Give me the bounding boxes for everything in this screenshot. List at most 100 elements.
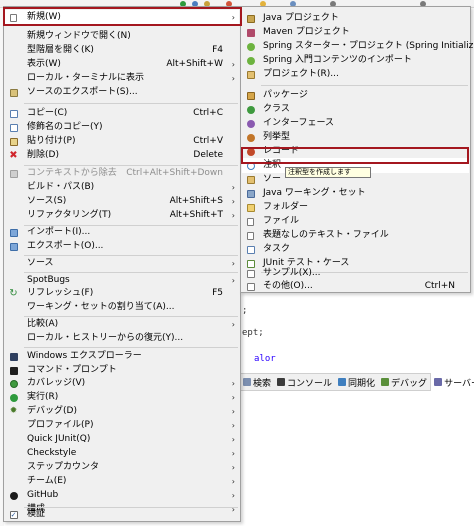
menu-item-windows-explorer[interactable]: Windows エクスプローラー (5, 349, 239, 364)
console-icon (277, 378, 286, 386)
bug-icon (381, 378, 390, 386)
tab-synchronize[interactable]: 同期化 (335, 373, 378, 391)
submenu-item-record[interactable]: レコード (242, 144, 469, 159)
menu-separator (24, 347, 238, 348)
menu-item-build-path[interactable]: ビルド・パス(B) › (5, 180, 239, 195)
export-icon (9, 242, 18, 251)
menu-item-quick-junit[interactable]: Quick JUnit(Q) › (5, 432, 239, 447)
new-icon (9, 13, 18, 22)
new-submenu: Java プロジェクト Maven プロジェクト Spring スターター・プロ… (240, 6, 474, 294)
submenu-arrow-icon: › (231, 13, 235, 22)
tooltip: 注釈型を作成します (285, 167, 371, 178)
menu-item-show-in[interactable]: 表示(W) Alt+Shift+W › (5, 57, 239, 72)
menu-item-open-type-hierarchy[interactable]: 型階層を開く(K) F4 (5, 43, 239, 58)
code-line: ; (242, 306, 248, 316)
tab-servers[interactable]: サーバー✕ (430, 373, 474, 391)
menu-item-github[interactable]: GitHub › (5, 488, 239, 503)
menu-item-export-source[interactable]: ソースのエクスポート(S)... (5, 85, 239, 100)
submenu-item-interface[interactable]: インターフェース (242, 116, 469, 131)
folder-icon (246, 203, 255, 212)
code-editor[interactable]: ; ept; alor (240, 296, 474, 370)
interface-icon (246, 119, 255, 128)
menu-item-copy-qualified-name[interactable]: 修飾名のコピー(Y) (5, 120, 239, 135)
submenu-arrow-icon: › (231, 60, 235, 69)
submenu-arrow-icon: › (231, 491, 235, 500)
submenu-arrow-icon: › (231, 379, 235, 388)
menu-item-show-in-terminal[interactable]: ローカル・ターミナルに表示 › (5, 71, 239, 86)
submenu-item-java-project[interactable]: Java プロジェクト (242, 11, 469, 26)
submenu-arrow-icon: › (231, 463, 235, 472)
menu-item-checkstyle[interactable]: Checkstyle › (5, 446, 239, 461)
class-icon (246, 105, 255, 114)
context-menu: 新規(W) › 新規ウィンドウで開く(N) 型階層を開く(K) F4 表示(W)… (3, 6, 241, 522)
server-icon (434, 378, 443, 386)
export-source-icon (9, 88, 18, 97)
menu-item-refresh[interactable]: ↻ リフレッシュ(F) F5 (5, 286, 239, 301)
annotation-icon (246, 161, 255, 170)
submenu-item-folder[interactable]: フォルダー (242, 200, 469, 215)
record-icon (246, 147, 255, 156)
menu-item-remove-from-context: コンテキストから除去 Ctrl+Alt+Shift+Down (5, 166, 239, 181)
submenu-item-enum[interactable]: 列挙型 (242, 130, 469, 145)
submenu-arrow-icon: › (231, 407, 235, 416)
java-project-icon (246, 14, 255, 23)
submenu-arrow-icon: › (231, 259, 235, 268)
submenu-arrow-icon: › (231, 197, 235, 206)
validate-checkbox-icon: ✓ (9, 510, 18, 519)
working-set-icon (246, 189, 255, 198)
submenu-item-project[interactable]: プロジェクト(R)... (242, 67, 469, 82)
refresh-icon: ↻ (9, 288, 18, 299)
menu-item-import[interactable]: インポート(I)... (5, 225, 239, 240)
submenu-item-maven-project[interactable]: Maven プロジェクト (242, 25, 469, 40)
spring-starter-icon (246, 42, 255, 51)
tab-debug[interactable]: デバッグ (378, 373, 430, 391)
enum-icon (246, 133, 255, 142)
submenu-item-task[interactable]: タスク (242, 242, 469, 257)
submenu-item-file[interactable]: ファイル (242, 214, 469, 229)
menu-item-debug-as[interactable]: ✹ デバッグ(D) › (5, 404, 239, 419)
submenu-arrow-icon: › (231, 435, 235, 444)
menu-item-validate[interactable]: ✓ 検証 (5, 507, 239, 522)
code-line: ept; (242, 328, 264, 338)
menu-item-coverage[interactable]: カバレッジ(V) › (5, 376, 239, 391)
terminal-icon (9, 366, 18, 375)
sync-icon (338, 378, 347, 386)
submenu-arrow-icon: › (231, 320, 235, 329)
project-icon (246, 70, 255, 79)
submenu-arrow-icon: › (231, 211, 235, 220)
menu-item-open-new-window[interactable]: 新規ウィンドウで開く(N) (5, 29, 239, 44)
copy-icon (9, 109, 18, 118)
tab-console[interactable]: コンソール (274, 373, 335, 391)
menu-item-assign-working-sets[interactable]: ワーキング・セットの割り当て(A)... (5, 300, 239, 315)
menu-item-copy[interactable]: コピー(C) Ctrl+C (5, 106, 239, 121)
submenu-item-class[interactable]: クラス (242, 102, 469, 117)
search-icon (243, 378, 251, 386)
submenu-item-spring-starter[interactable]: Spring スターター・プロジェクト (Spring Initializr) (242, 39, 474, 54)
copy-qualified-icon (9, 123, 18, 132)
submenu-item-spring-import[interactable]: Spring 入門コンテンツのインポート (242, 53, 469, 68)
maven-project-icon (246, 28, 255, 37)
menu-item-source-2[interactable]: ソース › (5, 256, 239, 271)
menu-item-run-as[interactable]: 実行(R) › (5, 390, 239, 405)
menu-item-refactor[interactable]: リファクタリング(T) Alt+Shift+T › (5, 208, 239, 223)
menu-item-new[interactable]: 新規(W) › (5, 10, 239, 25)
coverage-icon (9, 379, 18, 388)
submenu-arrow-icon: › (231, 421, 235, 430)
menu-item-team[interactable]: チーム(E) › (5, 474, 239, 489)
submenu-item-java-working-set[interactable]: Java ワーキング・セット (242, 186, 469, 201)
menu-item-export[interactable]: エクスポート(O)... (5, 239, 239, 254)
submenu-item-package[interactable]: パッケージ (242, 88, 469, 103)
menu-item-step-counter[interactable]: ステップカウンタ › (5, 460, 239, 475)
submenu-item-untitled-text-file[interactable]: 表題なしのテキスト・ファイル (242, 228, 469, 243)
menu-item-source[interactable]: ソース(S) Alt+Shift+S › (5, 194, 239, 209)
menu-item-compare-with[interactable]: 比較(A) › (5, 317, 239, 332)
menu-item-paste[interactable]: 貼り付け(P) Ctrl+V (5, 134, 239, 149)
menu-item-restore-local-history[interactable]: ローカル・ヒストリーからの復元(Y)... (5, 331, 239, 346)
submenu-item-other[interactable]: その他(O)... Ctrl+N (242, 279, 469, 294)
menu-item-profile-as[interactable]: プロファイル(P) › (5, 418, 239, 433)
menu-item-delete[interactable]: ✖ 削除(D) Delete (5, 148, 239, 163)
tab-search[interactable]: 検索 (240, 373, 274, 391)
spring-import-icon (246, 56, 255, 65)
remove-context-icon (9, 169, 18, 178)
submenu-arrow-icon: › (231, 393, 235, 402)
